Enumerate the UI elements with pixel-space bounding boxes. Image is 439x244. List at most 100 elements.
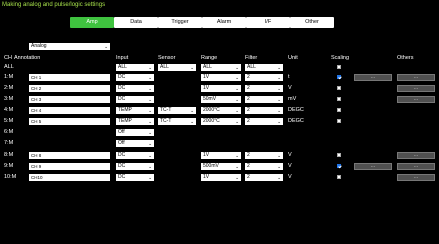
others-settings-button[interactable]: ... — [397, 152, 435, 159]
chevron-down-icon: ⌄ — [277, 108, 281, 113]
scaling-settings-button[interactable]: ... — [354, 163, 392, 170]
input-select[interactable]: DC ⌄ — [116, 85, 154, 92]
scaling-checkbox[interactable] — [337, 164, 341, 168]
others-settings-button[interactable]: ... — [397, 85, 435, 92]
filter-select[interactable]: 2 ⌄ — [245, 152, 283, 159]
annotation-field[interactable]: CH10 — [29, 174, 110, 181]
tab-trigger[interactable]: Trigger — [158, 17, 202, 28]
all-range-select[interactable]: ALL ⌄ — [201, 64, 241, 71]
chevron-down-icon: ⌄ — [148, 153, 152, 158]
input-select[interactable]: Off ⌄ — [116, 129, 154, 136]
all-row-label: ALL — [4, 64, 14, 70]
all-scaling-checkbox[interactable] — [337, 65, 341, 69]
filter-select[interactable]: 2 ⌄ — [245, 74, 283, 81]
chevron-down-icon: ⌄ — [235, 175, 239, 180]
others-settings-button[interactable]: ... — [397, 163, 435, 170]
tab-data[interactable]: Data — [114, 17, 158, 28]
scaling-checkbox[interactable] — [337, 108, 341, 112]
channel-label: 2:M — [4, 85, 14, 91]
filter-select[interactable]: 2 ⌄ — [245, 174, 283, 181]
all-sensor-select[interactable]: ALL ⌄ — [158, 64, 196, 71]
range-select[interactable]: 1V ⌄ — [201, 85, 241, 92]
sensor-select-value: TC-T — [160, 107, 172, 113]
all-range-value: ALL — [203, 64, 212, 70]
unit-label: V — [288, 152, 292, 158]
range-select[interactable]: 1V ⌄ — [201, 152, 241, 159]
input-select-value: Off — [118, 129, 125, 135]
scaling-checkbox[interactable] — [337, 153, 341, 157]
filter-select[interactable]: 2 ⌄ — [245, 118, 283, 125]
chevron-down-icon: ⌄ — [148, 164, 152, 169]
filter-select-value: 2 — [247, 85, 250, 91]
annotation-field[interactable]: CH 4 — [29, 107, 110, 114]
range-select-value: 50mV — [203, 96, 217, 102]
annotation-field[interactable]: CH 9 — [29, 163, 110, 170]
annotation-field[interactable]: CH 1 — [29, 74, 110, 81]
chevron-down-icon: ⌄ — [277, 86, 281, 91]
annotation-field[interactable]: CH 2 — [29, 85, 110, 92]
input-select-value: TEMP — [118, 107, 132, 113]
range-select[interactable]: 1V ⌄ — [201, 174, 241, 181]
filter-select[interactable]: 2 ⌄ — [245, 96, 283, 103]
others-settings-button[interactable]: ... — [397, 174, 435, 181]
filter-select-value: 2 — [247, 74, 250, 80]
input-select[interactable]: DC ⌄ — [116, 96, 154, 103]
filter-select-value: 2 — [247, 174, 250, 180]
all-filter-select[interactable]: ALL ⌄ — [245, 64, 283, 71]
channel-label: 6:M — [4, 129, 14, 135]
input-select-value: DC — [118, 96, 126, 102]
input-select[interactable]: Off ⌄ — [116, 140, 154, 147]
filter-select[interactable]: 2 ⌄ — [245, 107, 283, 114]
scaling-checkbox[interactable] — [337, 75, 341, 79]
input-select-value: DC — [118, 152, 126, 158]
chevron-down-icon: ⌄ — [148, 119, 152, 124]
filter-select[interactable]: 2 ⌄ — [245, 85, 283, 92]
range-select[interactable]: 500mV ⌄ — [201, 163, 241, 170]
scaling-checkbox[interactable] — [337, 175, 341, 179]
mode-select[interactable]: Analog ⌄ — [29, 43, 110, 50]
input-select[interactable]: TEMP ⌄ — [116, 107, 154, 114]
chevron-down-icon: ⌄ — [148, 86, 152, 91]
input-select[interactable]: DC ⌄ — [116, 174, 154, 181]
input-select[interactable]: TEMP ⌄ — [116, 118, 154, 125]
scaling-settings-button[interactable]: ... — [354, 74, 392, 81]
all-input-select[interactable]: ALL ⌄ — [116, 64, 154, 71]
scaling-checkbox[interactable] — [337, 86, 341, 90]
tab-amp[interactable]: Amp — [70, 17, 114, 28]
range-select[interactable]: 50mV ⌄ — [201, 96, 241, 103]
range-select-value: 1V — [203, 152, 210, 158]
filter-select-value: 2 — [247, 163, 250, 169]
filter-select[interactable]: 2 ⌄ — [245, 163, 283, 170]
input-select[interactable]: DC ⌄ — [116, 163, 154, 170]
channel-label: 10:M — [4, 174, 17, 180]
chevron-down-icon: ⌄ — [235, 153, 239, 158]
filter-select-value: 2 — [247, 118, 250, 124]
range-select[interactable]: 2000°C ⌄ — [201, 107, 241, 114]
tab-i-f[interactable]: I/F — [246, 17, 290, 28]
chevron-down-icon: ⌄ — [235, 164, 239, 169]
range-select-value: 2000°C — [203, 107, 220, 113]
input-select[interactable]: DC ⌄ — [116, 152, 154, 159]
chevron-down-icon: ⌄ — [190, 65, 194, 70]
filter-select-value: 2 — [247, 96, 250, 102]
chevron-down-icon: ⌄ — [277, 65, 281, 70]
annotation-field[interactable]: CH 3 — [29, 96, 110, 103]
unit-label: V — [288, 85, 292, 91]
range-select[interactable]: 2000°C ⌄ — [201, 118, 241, 125]
sensor-select[interactable]: TC-T ⌄ — [158, 118, 196, 125]
annotation-field[interactable]: CH 5 — [29, 118, 110, 125]
scaling-checkbox[interactable] — [337, 119, 341, 123]
sensor-select[interactable]: TC-T ⌄ — [158, 107, 196, 114]
chevron-down-icon: ⌄ — [277, 153, 281, 158]
range-select[interactable]: 1V ⌄ — [201, 74, 241, 81]
chevron-down-icon: ⌄ — [148, 175, 152, 180]
input-select-value: DC — [118, 174, 126, 180]
annotation-field[interactable]: CH 8 — [29, 152, 110, 159]
others-settings-button[interactable]: ... — [397, 96, 435, 103]
input-select[interactable]: DC ⌄ — [116, 74, 154, 81]
scaling-checkbox[interactable] — [337, 97, 341, 101]
unit-label: DEGC — [288, 107, 304, 113]
tab-alarm[interactable]: Alarm — [202, 17, 246, 28]
tab-other[interactable]: Other — [290, 17, 334, 28]
others-settings-button[interactable]: ... — [397, 74, 435, 81]
